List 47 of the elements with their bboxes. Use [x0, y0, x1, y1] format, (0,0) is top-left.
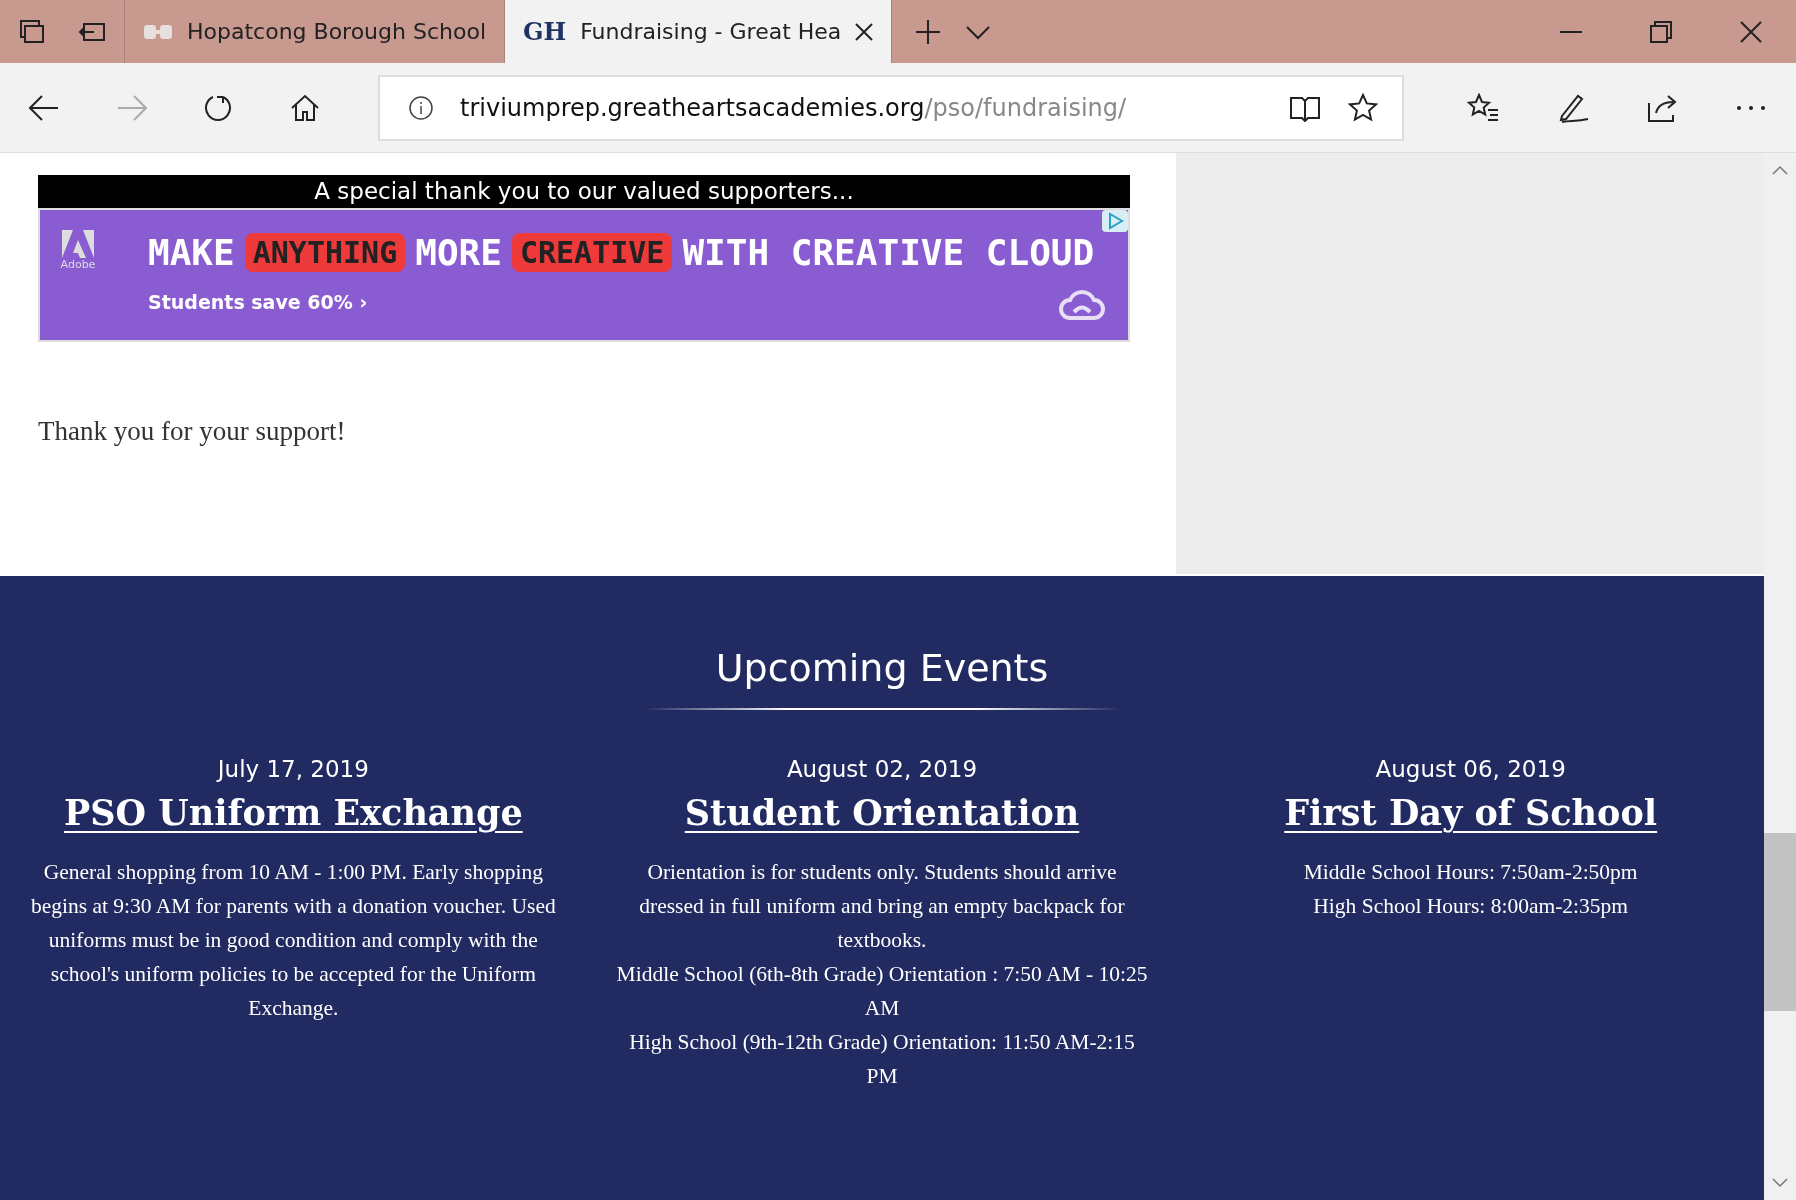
- restore-icon[interactable]: [1650, 20, 1672, 43]
- star-icon[interactable]: [1348, 92, 1378, 123]
- event-date: July 17, 2019: [217, 756, 369, 782]
- event-description: General shopping from 10 AM - 1:00 PM. Early shopping begins at 9:30 AM for parents with a donation voucher. Used uniforms must be in good condition and comply with the school's uniform policies to be accepted for the Uniform Exchange.: [29, 859, 557, 1022]
- back-icon[interactable]: [28, 93, 60, 122]
- highlighted-ad-word: CREATIVE: [511, 233, 673, 272]
- event-description: High School Hours: 8:00am-2:35pm: [1313, 893, 1629, 920]
- highlighted-ad-word: ANYTHING: [244, 233, 406, 272]
- event-link[interactable]: PSO Uniform Exchange: [63, 792, 523, 833]
- tab-title: Hopatcong Borough School: [187, 19, 486, 44]
- ad-headline-text: MAKE: [148, 232, 235, 273]
- tab-overview-icon[interactable]: [18, 17, 46, 46]
- tab-favicon: GH: [523, 17, 567, 46]
- favorites-icon[interactable]: [1466, 92, 1500, 123]
- home-icon[interactable]: [290, 92, 320, 123]
- scrollbar[interactable]: [1764, 153, 1796, 1200]
- new-tab-icon[interactable]: [914, 17, 943, 46]
- section-title: Upcoming Events: [714, 646, 1050, 690]
- event-description: Middle School (6th-8th Grade) Orientation : 7:50 AM - 10:25 AM: [615, 961, 1149, 1022]
- event-link[interactable]: Student Orientation: [684, 792, 1080, 833]
- adobe-logo-icon: [60, 228, 96, 258]
- sponsors-heading: A special thank you to our valued supporters...: [38, 175, 1130, 208]
- event-description: Middle School Hours: 7:50am-2:50pm: [1303, 859, 1638, 886]
- address-bar[interactable]: triviumprep.greatheartsacademies.org/pso/fundraising/: [378, 74, 1404, 141]
- ad-offer-link[interactable]: Students save 60% ›: [148, 291, 1095, 313]
- browser-tab[interactable]: GH Fundraising - Great Hea: [504, 0, 893, 63]
- scrollbar-thumb[interactable]: [1764, 833, 1796, 1011]
- scroll-down-icon[interactable]: [1772, 1178, 1788, 1188]
- event-date: August 06, 2019: [1375, 756, 1566, 782]
- info-icon[interactable]: [408, 94, 434, 121]
- tab-title: Fundraising - Great Hea: [580, 19, 842, 44]
- close-tab-icon[interactable]: [855, 22, 874, 41]
- minimize-icon[interactable]: [1560, 29, 1582, 34]
- more-icon[interactable]: [1736, 104, 1766, 111]
- event-description: High School (9th-12th Grade) Orientation: 11:50 AM-2:15 PM: [628, 1029, 1136, 1090]
- thank-you-text: Thank you for your support!: [38, 416, 347, 447]
- event-date: August 02, 2019: [786, 756, 978, 782]
- ad-headline-text: WITH CREATIVE CLOUD: [682, 232, 1095, 273]
- event-description: Orientation is for students only. Students should arrive dressed in full uniform and bring an empty backpack for textbooks.: [638, 859, 1126, 954]
- event-link[interactable]: First Day of School: [1284, 792, 1658, 833]
- scroll-up-icon[interactable]: [1772, 165, 1788, 175]
- creative-cloud-logo-icon: [1058, 288, 1106, 322]
- ad-banner[interactable]: Adobe MAKE ANYTHING MORE CREATIVE WITH CREATIVE CLOUD Students save 60% ›: [38, 208, 1130, 342]
- ad-headline-text: MORE: [415, 232, 502, 273]
- close-icon[interactable]: [1740, 20, 1762, 43]
- url-text: triviumprep.greatheartsacademies.org/pso/fundraising/: [460, 93, 1127, 122]
- ad-brand: Adobe: [60, 258, 96, 271]
